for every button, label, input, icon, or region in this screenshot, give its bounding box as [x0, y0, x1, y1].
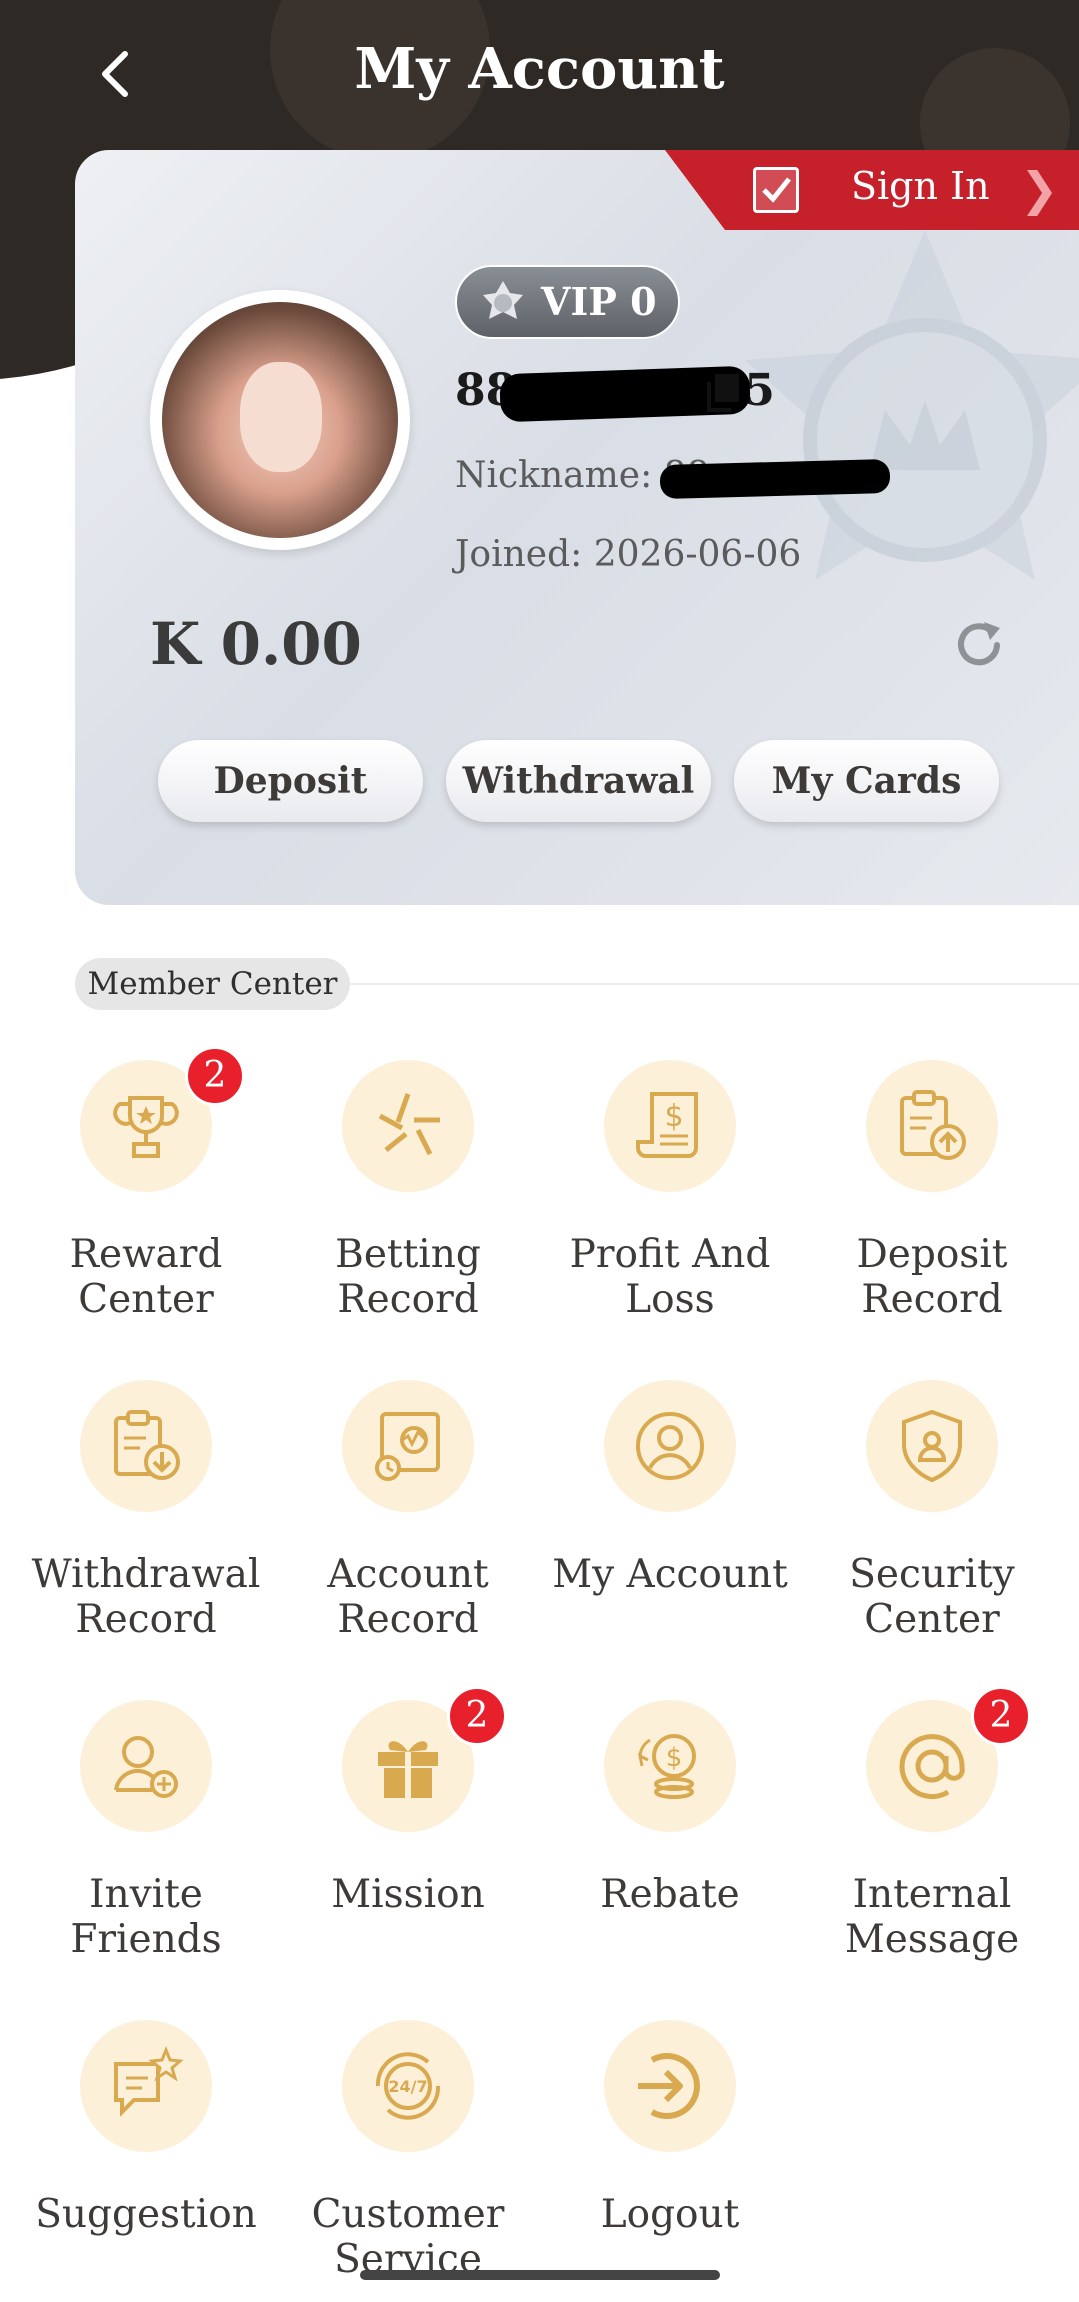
withdrawal-button[interactable]: Withdrawal [446, 740, 711, 822]
member-center-label: Member Center [75, 958, 350, 1010]
member-item-label: Betting Record [335, 1232, 481, 1322]
account-record-icon [342, 1380, 474, 1512]
member-item-account-record[interactable]: Account Record [277, 1380, 539, 1680]
svg-text:24/7: 24/7 [388, 2077, 427, 2096]
member-item-betting-record[interactable]: Betting Record [277, 1060, 539, 1360]
vip-level-label: VIP 0 [541, 279, 657, 324]
member-item-my-account[interactable]: My Account [539, 1380, 801, 1680]
user-circle-icon [604, 1380, 736, 1512]
divider [350, 983, 1079, 985]
receipt-dollar-icon: $ [604, 1060, 736, 1192]
member-item-internal-message[interactable]: Internal Message 2 [801, 1686, 1063, 2000]
balance-amount: K 0.00 [150, 610, 362, 678]
member-item-label: Customer Service [311, 2192, 505, 2282]
vip-medal-icon [483, 281, 523, 319]
checkbox-icon [753, 167, 799, 213]
support-24-7-icon: 24/7 [342, 2020, 474, 2152]
member-item-label: Withdrawal Record [31, 1552, 261, 1642]
chat-star-icon [80, 2020, 212, 2152]
member-item-withdrawal-record[interactable]: Withdrawal Record [15, 1380, 277, 1680]
member-item-suggestion[interactable]: Suggestion [15, 2020, 277, 2302]
notification-badge: 2 [185, 1046, 245, 1106]
member-item-label: Deposit Record [856, 1232, 1008, 1322]
member-item-label: Security Center [849, 1552, 1015, 1642]
logout-icon [604, 2020, 736, 2152]
joined-row: Joined: 2026-06-06 [455, 534, 802, 575]
member-item-label: Profit And Loss [569, 1232, 771, 1322]
member-item-rebate[interactable]: $ Rebate [539, 1700, 801, 2000]
sign-in-button[interactable]: Sign In ❯ [665, 150, 1079, 230]
sign-in-label: Sign In [851, 164, 990, 208]
notification-badge: 2 [971, 1686, 1031, 1746]
refresh-icon[interactable] [952, 618, 1006, 672]
member-item-invite-friends[interactable]: Invite Friends [15, 1700, 277, 2000]
notification-badge: 2 [447, 1686, 507, 1746]
member-item-security-center[interactable]: Security Center [801, 1380, 1063, 1680]
user-plus-icon [80, 1700, 212, 1832]
copy-icon[interactable] [705, 372, 741, 412]
member-item-label: Logout [600, 2192, 740, 2237]
member-item-label: Internal Message [844, 1872, 1020, 1962]
member-item-label: My Account [552, 1552, 788, 1597]
vip-badge[interactable]: VIP 0 [455, 265, 680, 339]
my-cards-button[interactable]: My Cards [734, 740, 999, 822]
member-item-label: Rebate [600, 1872, 740, 1917]
member-item-profit-and-loss[interactable]: $ Profit And Loss [539, 1060, 801, 1360]
member-item-label: Mission [331, 1872, 485, 1917]
deposit-button[interactable]: Deposit [158, 740, 423, 822]
avatar[interactable] [150, 290, 410, 550]
member-item-label: Account Record [327, 1552, 489, 1642]
redaction-mark [659, 458, 891, 500]
svg-text:$: $ [664, 1099, 683, 1134]
member-item-customer-service[interactable]: 24/7 Customer Service [277, 2020, 539, 2302]
svg-text:$: $ [666, 1743, 683, 1773]
home-indicator [360, 2270, 720, 2280]
member-item-logout[interactable]: Logout [539, 2020, 801, 2302]
member-item-reward-center[interactable]: Reward Center 2 [15, 1046, 277, 1360]
clipboard-upload-icon [866, 1060, 998, 1192]
coins-icon: $ [604, 1700, 736, 1832]
member-item-label: Suggestion [35, 2192, 257, 2237]
member-item-label: Invite Friends [70, 1872, 222, 1962]
page-title: My Account [354, 36, 725, 102]
clipboard-download-icon [80, 1380, 212, 1512]
member-item-label: Reward Center [69, 1232, 223, 1322]
chevron-right-icon: ❯ [1020, 162, 1059, 216]
member-item-deposit-record[interactable]: Deposit Record [801, 1060, 1063, 1360]
member-item-mission[interactable]: Mission 2 [277, 1686, 539, 2000]
betting-icon [342, 1060, 474, 1192]
shield-user-icon [866, 1380, 998, 1512]
